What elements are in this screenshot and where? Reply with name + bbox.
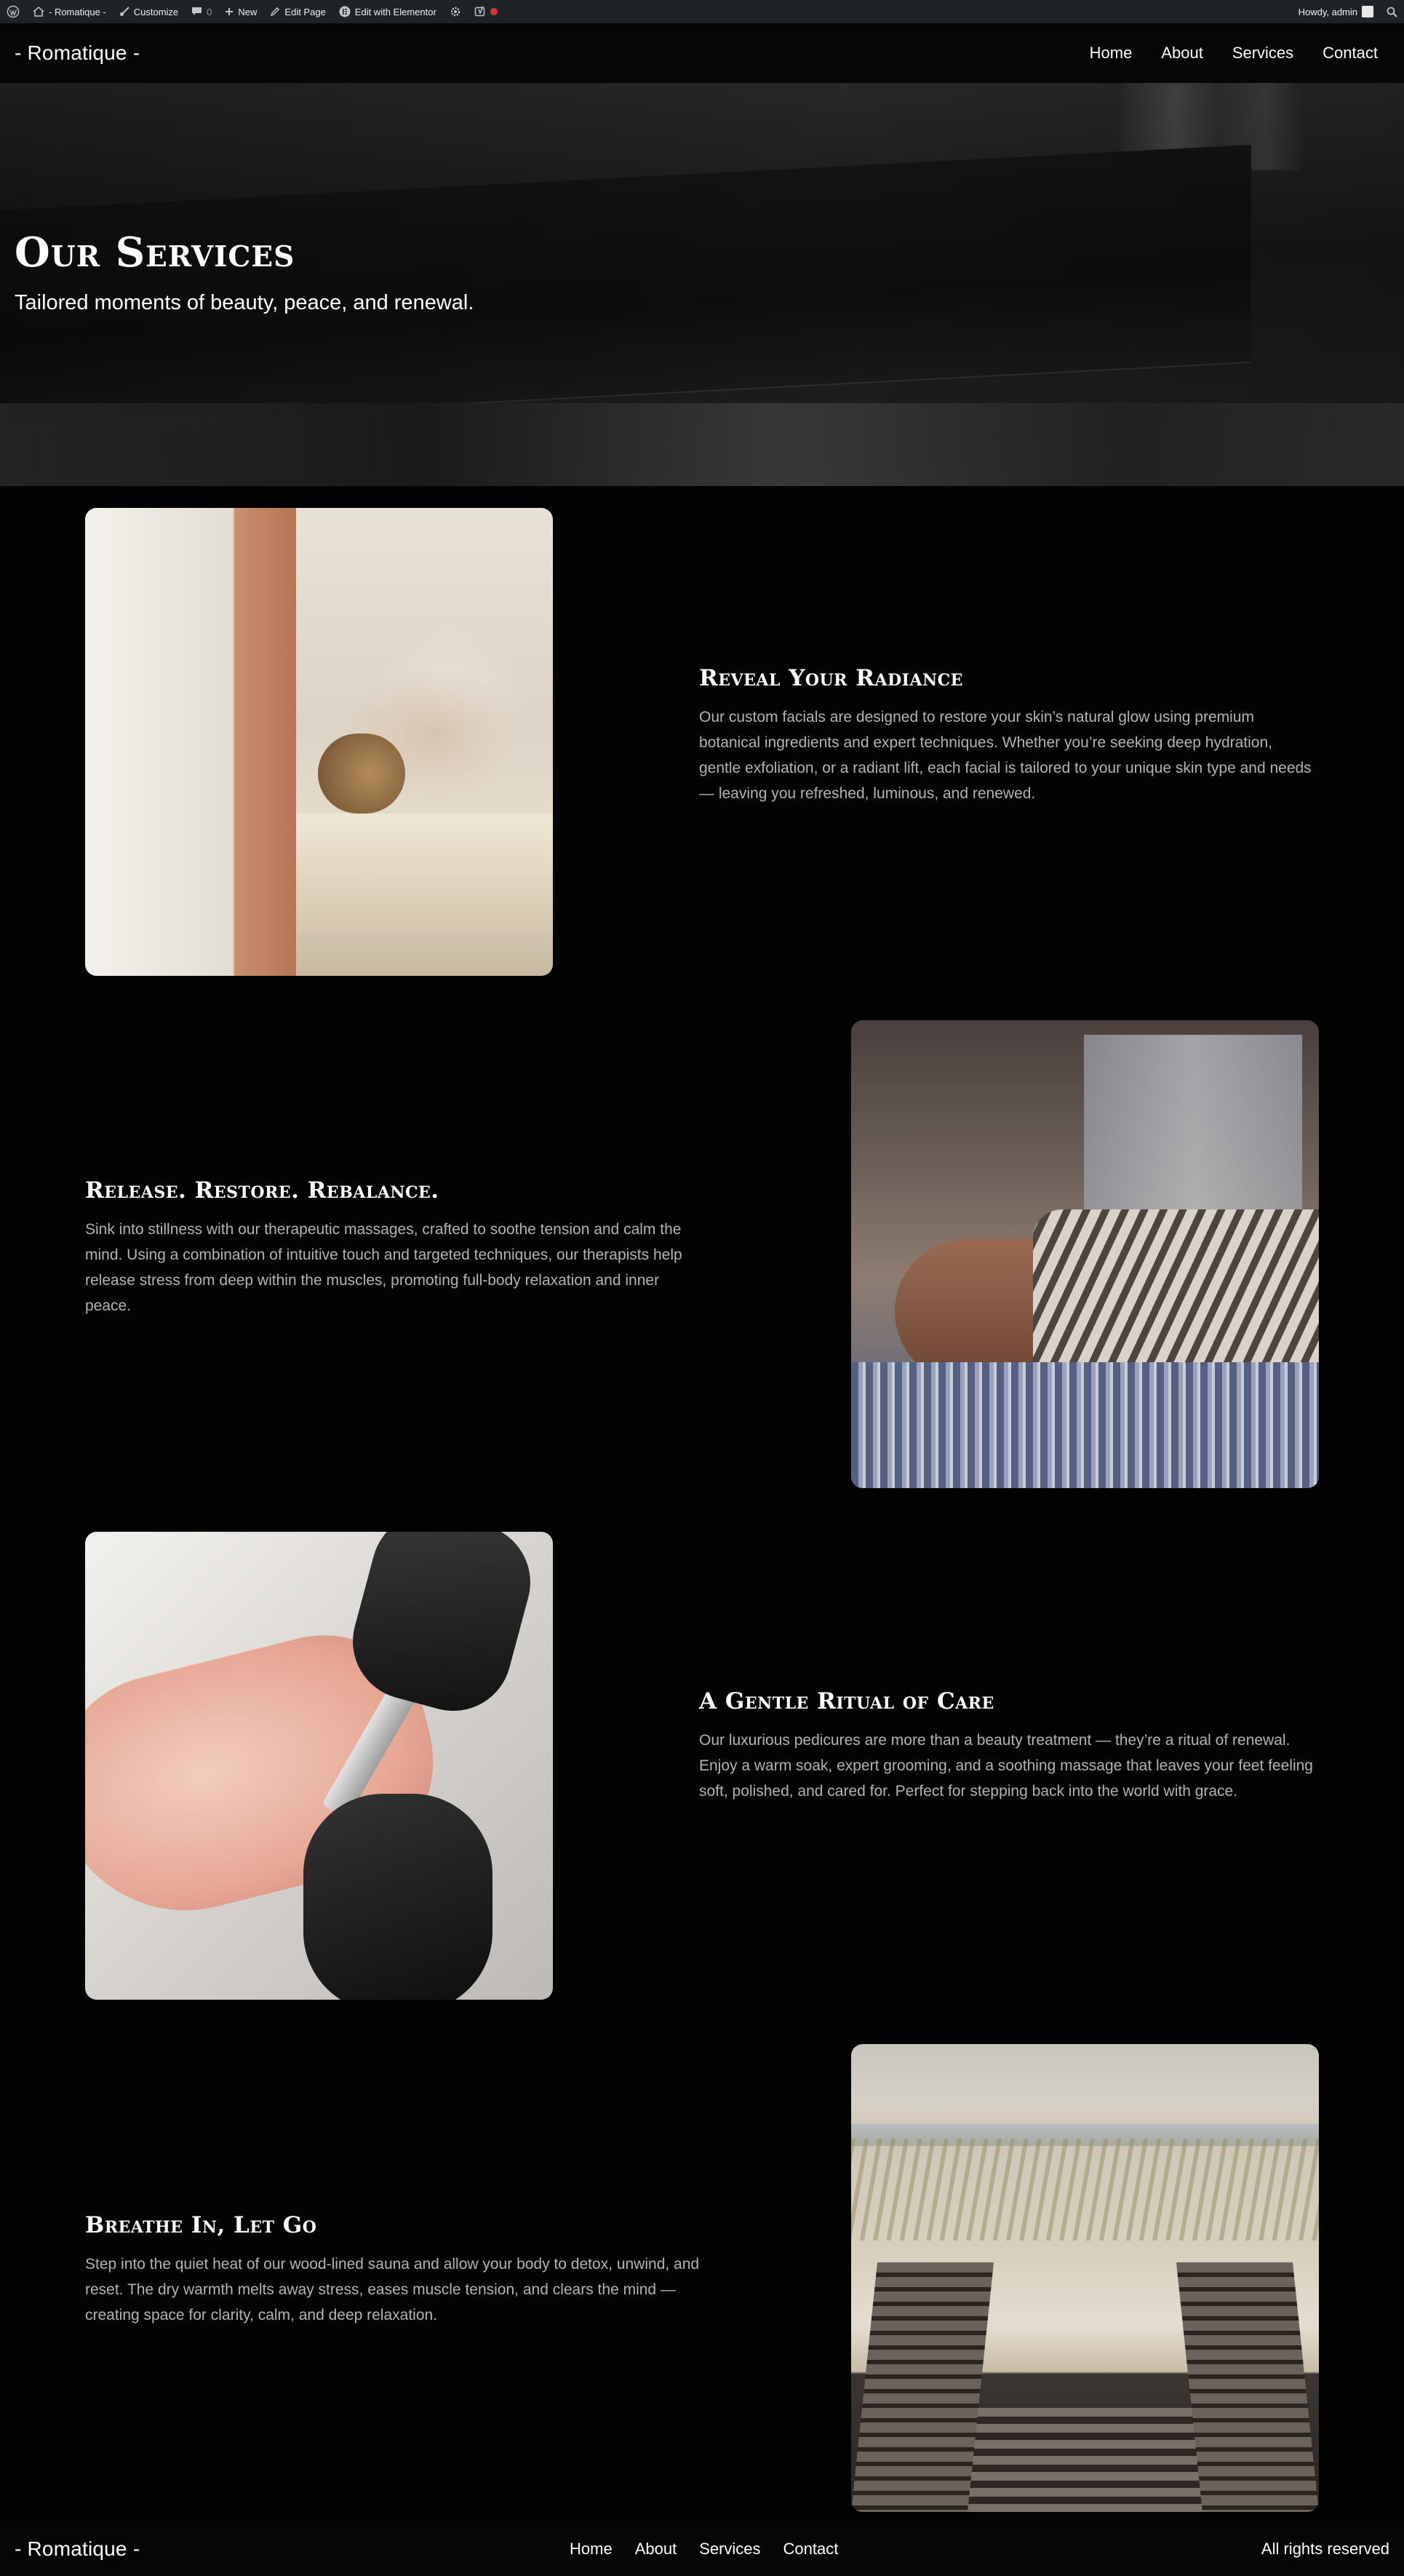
main-nav: Home About Services Contact bbox=[1090, 44, 1389, 63]
service-title: A Gentle Ritual of Care bbox=[699, 1688, 994, 1714]
service-pedicure: A Gentle Ritual of Care Our luxurious pe… bbox=[699, 1688, 1317, 1804]
footer-nav-about[interactable]: About bbox=[635, 2540, 677, 2559]
footer-nav-services[interactable]: Services bbox=[699, 2540, 760, 2559]
edit-elementor-link[interactable]: Edit with Elementor bbox=[332, 0, 443, 23]
seo-status-dot-icon bbox=[490, 8, 498, 15]
new-content-link[interactable]: New bbox=[218, 0, 263, 23]
elementor-icon bbox=[339, 6, 351, 17]
service-massage: Release. Restore. Rebalance. Sink into s… bbox=[85, 1177, 703, 1319]
hero-banner: Our Services Tailored moments of beauty,… bbox=[0, 83, 1404, 486]
pedicure-image bbox=[85, 1532, 553, 2000]
site-title[interactable]: - Romatique - bbox=[15, 41, 140, 65]
service-title: Reveal Your Radiance bbox=[699, 665, 963, 691]
edit-page-label: Edit Page bbox=[284, 6, 326, 17]
service-description: Our custom facials are designed to resto… bbox=[699, 709, 1312, 802]
site-footer: - Romatique - Home About Services Contac… bbox=[0, 2521, 1404, 2576]
footer-site-title[interactable]: - Romatique - bbox=[15, 2537, 140, 2561]
sauna-image bbox=[851, 2044, 1319, 2512]
facial-image bbox=[85, 508, 553, 976]
footer-nav: Home About Services Contact bbox=[570, 2521, 838, 2576]
account-menu[interactable]: Howdy, admin bbox=[1292, 0, 1380, 23]
comment-icon bbox=[192, 7, 202, 15]
service-description: Our luxurious pedicures are more than a … bbox=[699, 1732, 1313, 1800]
nav-home[interactable]: Home bbox=[1090, 44, 1133, 63]
edit-elementor-label: Edit with Elementor bbox=[354, 6, 436, 17]
admin-site-name: - Romatique - bbox=[49, 6, 106, 17]
plugin-gear-link[interactable] bbox=[443, 0, 468, 23]
comments-count: 0 bbox=[207, 6, 212, 17]
service-sauna: Breathe In, Let Go Step into the quiet h… bbox=[85, 2212, 703, 2328]
page-title: Our Services bbox=[15, 228, 295, 277]
howdy-label: Howdy, admin bbox=[1298, 6, 1357, 17]
footer-nav-contact[interactable]: Contact bbox=[783, 2540, 839, 2559]
service-title: Breathe In, Let Go bbox=[85, 2212, 317, 2238]
copyright-text: All rights reserved bbox=[1261, 2539, 1389, 2558]
avatar bbox=[1362, 6, 1373, 17]
brush-icon bbox=[119, 7, 129, 16]
pencil-icon bbox=[271, 7, 280, 17]
edit-page-link[interactable]: Edit Page bbox=[263, 0, 332, 23]
customize-label: Customize bbox=[133, 6, 179, 17]
customize-link[interactable]: Customize bbox=[113, 0, 185, 23]
service-facial: Reveal Your Radiance Our custom facials … bbox=[699, 665, 1317, 806]
admin-site-link[interactable]: - Romatique - bbox=[26, 0, 113, 23]
yoast-icon bbox=[474, 6, 485, 17]
admin-search-button[interactable] bbox=[1380, 0, 1404, 23]
wordpress-logo-icon[interactable] bbox=[0, 0, 26, 23]
comments-link[interactable]: 0 bbox=[185, 0, 218, 23]
admin-bar: - Romatique - Customize 0 New Edit Page … bbox=[0, 0, 1404, 23]
plus-icon bbox=[226, 8, 234, 15]
service-description: Step into the quiet heat of our wood-lin… bbox=[85, 2256, 700, 2323]
massage-image bbox=[851, 1020, 1319, 1488]
seo-link[interactable] bbox=[468, 0, 504, 23]
new-label: New bbox=[238, 6, 258, 17]
hero-overlay bbox=[0, 83, 1404, 486]
home-icon bbox=[33, 7, 44, 17]
site-header: - Romatique - Home About Services Contac… bbox=[0, 23, 1404, 83]
gear-icon bbox=[450, 7, 460, 17]
nav-services[interactable]: Services bbox=[1232, 44, 1293, 63]
nav-contact[interactable]: Contact bbox=[1323, 44, 1378, 63]
search-icon bbox=[1387, 7, 1397, 17]
service-description: Sink into stillness with our therapeutic… bbox=[85, 1221, 682, 1314]
footer-nav-home[interactable]: Home bbox=[570, 2540, 613, 2559]
page-subtitle: Tailored moments of beauty, peace, and r… bbox=[15, 291, 474, 314]
nav-about[interactable]: About bbox=[1161, 44, 1203, 63]
service-title: Release. Restore. Rebalance. bbox=[85, 1177, 439, 1204]
